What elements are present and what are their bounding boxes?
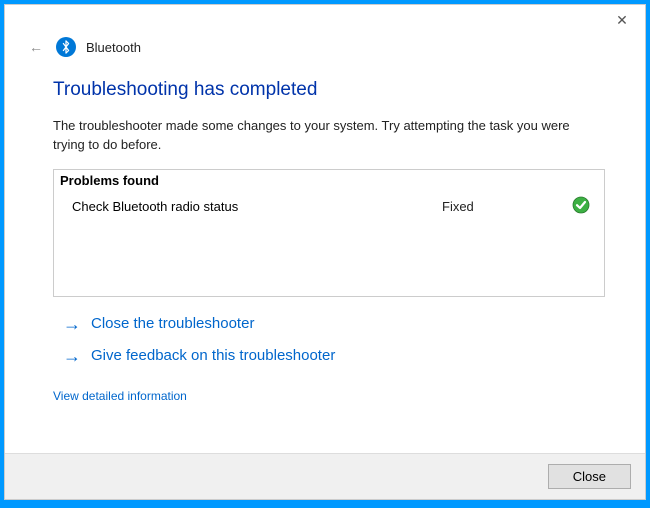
window-close-button[interactable]: ✕ [599,5,645,35]
titlebar: ✕ [5,5,645,35]
give-feedback-label: Give feedback on this troubleshooter [91,347,335,364]
header-row: ← Bluetooth [28,37,605,57]
problems-panel: Problems found Check Bluetooth radio sta… [53,169,605,297]
close-troubleshooter-label: Close the troubleshooter [91,315,254,332]
problem-name: Check Bluetooth radio status [72,199,442,214]
troubleshooter-window: ✕ ← Bluetooth Troubleshooting has comple… [4,4,646,500]
bottom-bar: Close [5,453,645,499]
problem-status: Fixed [442,199,572,214]
bluetooth-icon [56,37,76,57]
content-area: ← Bluetooth Troubleshooting has complete… [5,35,645,453]
close-icon: ✕ [616,12,628,29]
app-title: Bluetooth [86,40,141,55]
back-button[interactable]: ← [28,39,44,55]
checkmark-icon [572,196,590,217]
description-text: The troubleshooter made some changes to … [53,117,605,155]
problem-row: Check Bluetooth radio status Fixed [54,190,604,221]
view-detailed-info-link[interactable]: View detailed information [53,389,187,403]
close-button[interactable]: Close [548,464,631,489]
arrow-right-icon: → [63,315,81,333]
problems-header: Problems found [54,170,604,190]
main-heading: Troubleshooting has completed [53,79,605,101]
arrow-right-icon: → [63,347,81,365]
close-troubleshooter-link[interactable]: → Close the troubleshooter [63,315,605,333]
give-feedback-link[interactable]: → Give feedback on this troubleshooter [63,347,605,365]
